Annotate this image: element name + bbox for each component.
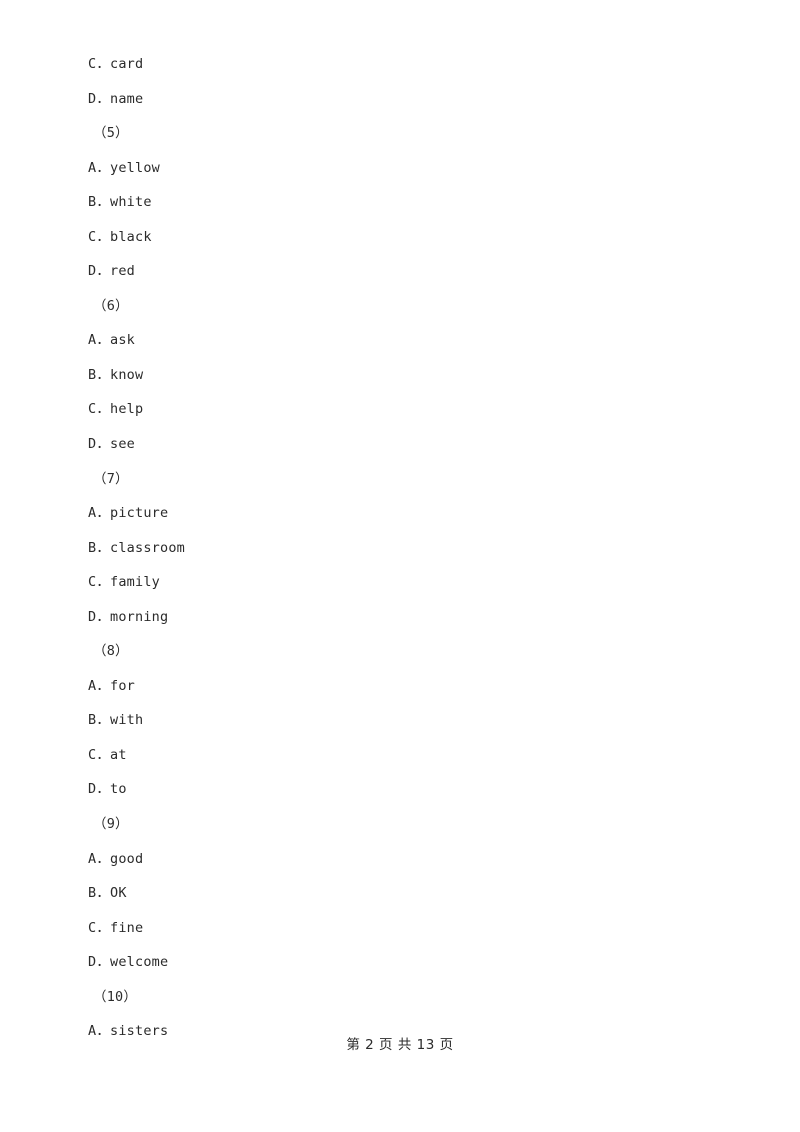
document-page: C．card D．name （5） A．yellow B．white C．bla… — [0, 0, 800, 1132]
option-line: A．ask — [88, 332, 136, 349]
option-line: B．with — [88, 712, 144, 729]
option-line: B．classroom — [88, 539, 185, 556]
option-line: D．name — [88, 90, 144, 107]
option-line: D．see — [88, 436, 136, 453]
page-footer: 第 2 页 共 13 页 — [346, 1037, 454, 1053]
option-line: C．black — [88, 228, 152, 245]
option-line: D．welcome — [88, 954, 169, 971]
question-number: （6） — [93, 297, 129, 314]
option-line: A．yellow — [88, 159, 160, 176]
option-line: A．picture — [88, 505, 169, 522]
question-options-list: C．card D．name （5） A．yellow B．white C．bla… — [88, 47, 648, 1049]
question-number: （9） — [93, 816, 129, 833]
question-number: （8） — [93, 643, 129, 660]
option-line: A．good — [88, 850, 144, 867]
question-number: （7） — [93, 470, 129, 487]
option-line: A．for — [88, 677, 136, 694]
option-line: C．family — [88, 574, 160, 591]
option-line: D．red — [88, 263, 136, 280]
option-line: B．white — [88, 194, 152, 211]
option-line: B．know — [88, 366, 144, 383]
option-line: D．to — [88, 781, 127, 798]
option-line: B．OK — [88, 885, 127, 902]
option-line: C．at — [88, 746, 127, 763]
option-line: D．morning — [88, 608, 169, 625]
question-number: （5） — [93, 125, 129, 142]
option-line: C．help — [88, 401, 144, 418]
option-line: C．card — [88, 56, 144, 72]
option-line: C．fine — [88, 919, 144, 936]
question-number: （10） — [93, 988, 138, 1005]
